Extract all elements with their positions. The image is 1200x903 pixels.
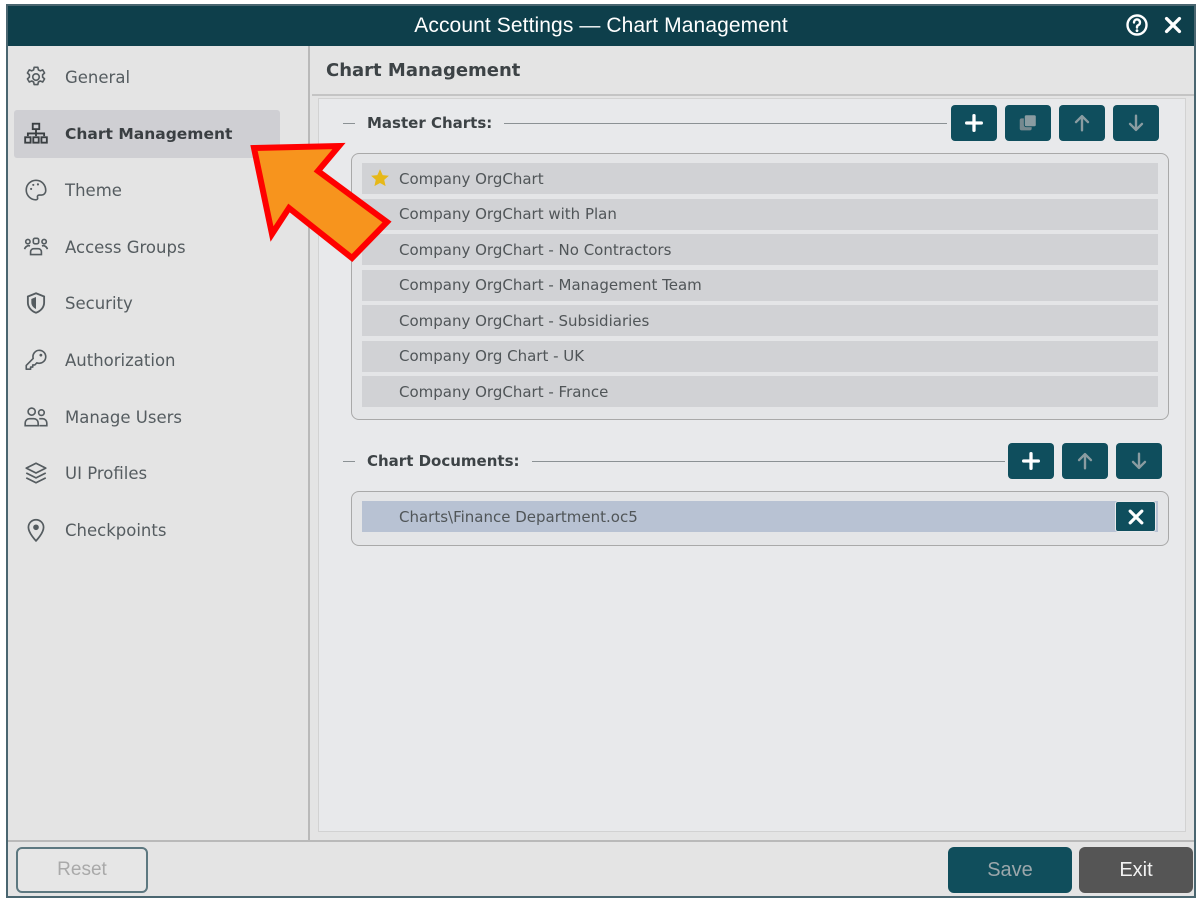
sidebar-item-theme[interactable]: Theme <box>14 166 280 214</box>
sidebar-item-manage-users[interactable]: Manage Users <box>14 393 280 441</box>
copy-master-chart-button[interactable] <box>1005 105 1051 141</box>
master-charts-list: Company OrgChart Company OrgChart with P… <box>351 153 1169 420</box>
main-panel: Chart Management Master Charts: Company … <box>312 46 1194 840</box>
save-button[interactable]: Save <box>948 847 1072 893</box>
master-chart-item[interactable]: Company OrgChart - No Contractors <box>362 234 1158 265</box>
reset-button[interactable]: Reset <box>16 847 148 893</box>
sidebar: General Chart Management Theme Access Gr… <box>8 46 310 840</box>
sidebar-item-label: Checkpoints <box>65 520 167 540</box>
plus-icon <box>1022 452 1040 470</box>
master-chart-label: Company OrgChart - France <box>399 382 609 401</box>
group-icon <box>22 233 50 261</box>
master-chart-item[interactable]: Company OrgChart - Subsidiaries <box>362 305 1158 336</box>
remove-chart-document-button[interactable] <box>1115 501 1156 532</box>
plus-icon <box>965 114 983 132</box>
palette-icon <box>22 176 50 204</box>
help-circle-icon[interactable] <box>1124 12 1150 38</box>
sidebar-item-checkpoints[interactable]: Checkpoints <box>14 506 280 554</box>
master-chart-item[interactable]: Company OrgChart - Management Team <box>362 269 1158 301</box>
master-chart-label: Company Org Chart - UK <box>399 347 585 365</box>
map-pin-icon <box>22 516 50 544</box>
master-charts-header: Master Charts: <box>343 105 947 141</box>
master-chart-label: Company OrgChart - Management Team <box>399 276 702 294</box>
sidebar-item-general[interactable]: General <box>14 53 280 101</box>
star-icon <box>371 169 389 187</box>
master-chart-label: Company OrgChart with Plan <box>399 205 617 223</box>
move-up-chart-document-button[interactable] <box>1062 443 1108 479</box>
chart-document-item[interactable]: Charts\Finance Department.oc5 <box>362 501 1158 532</box>
divider <box>531 460 1005 462</box>
sidebar-item-authorization[interactable]: Authorization <box>14 336 280 384</box>
page-title: Chart Management <box>312 46 1194 96</box>
content-area: Master Charts: Company OrgChart Company … <box>318 98 1186 832</box>
title-bar: Account Settings — Chart Management <box>8 6 1194 46</box>
footer-bar: Reset Save Exit <box>8 840 1194 896</box>
sidebar-item-label: Chart Management <box>65 125 233 143</box>
sidebar-item-label: General <box>65 67 131 87</box>
master-chart-item[interactable]: Company OrgChart <box>362 163 1158 194</box>
master-chart-label: Company OrgChart - No Contractors <box>399 240 672 259</box>
chart-document-label: Charts\Finance Department.oc5 <box>399 507 638 526</box>
master-chart-item[interactable]: Company Org Chart - UK <box>362 340 1158 372</box>
sidebar-item-access-groups[interactable]: Access Groups <box>14 223 280 271</box>
shield-icon <box>22 289 50 317</box>
chart-documents-list: Charts\Finance Department.oc5 <box>351 491 1169 546</box>
sidebar-item-chart-management[interactable]: Chart Management <box>14 110 280 158</box>
move-down-chart-document-button[interactable] <box>1116 443 1162 479</box>
move-up-master-chart-button[interactable] <box>1059 105 1105 141</box>
sidebar-item-label: Manage Users <box>65 407 182 427</box>
sidebar-item-label: Authorization <box>65 350 176 370</box>
chart-documents-header: Chart Documents: <box>343 443 1005 479</box>
arrow-up-icon <box>1074 114 1090 132</box>
copy-icon <box>1019 114 1037 131</box>
settings-window: Account Settings — Chart Management Gene… <box>6 4 1196 898</box>
chart-documents-label: Chart Documents: <box>367 452 520 470</box>
exit-button[interactable]: Exit <box>1079 847 1193 893</box>
sidebar-item-label: Access Groups <box>65 237 186 257</box>
sidebar-item-label: Theme <box>65 180 122 200</box>
add-chart-document-button[interactable] <box>1008 443 1054 479</box>
divider <box>343 460 355 462</box>
sidebar-item-label: UI Profiles <box>65 463 148 483</box>
org-chart-icon <box>22 120 50 148</box>
master-charts-label: Master Charts: <box>367 114 493 132</box>
window-title: Account Settings — Chart Management <box>414 14 788 37</box>
master-chart-label: Company OrgChart <box>399 169 544 188</box>
key-icon <box>22 346 50 374</box>
master-charts-toolbar <box>951 105 1159 141</box>
gear-icon <box>22 63 50 91</box>
close-icon <box>1128 509 1143 524</box>
divider <box>343 122 355 124</box>
close-icon[interactable] <box>1160 12 1186 38</box>
arrow-up-icon <box>1077 452 1093 470</box>
master-chart-item[interactable]: Company OrgChart - France <box>362 376 1158 407</box>
move-down-master-chart-button[interactable] <box>1113 105 1159 141</box>
sidebar-item-security[interactable]: Security <box>14 279 280 327</box>
chart-documents-toolbar <box>1008 443 1162 479</box>
master-chart-item[interactable]: Company OrgChart with Plan <box>362 198 1158 230</box>
users-icon <box>22 403 50 431</box>
master-chart-label: Company OrgChart - Subsidiaries <box>399 311 650 330</box>
sidebar-item-label: Security <box>65 293 133 313</box>
sidebar-item-ui-profiles[interactable]: UI Profiles <box>14 449 280 497</box>
arrow-down-icon <box>1128 114 1144 132</box>
layers-icon <box>22 459 50 487</box>
divider <box>504 122 947 124</box>
add-master-chart-button[interactable] <box>951 105 997 141</box>
arrow-down-icon <box>1131 452 1147 470</box>
